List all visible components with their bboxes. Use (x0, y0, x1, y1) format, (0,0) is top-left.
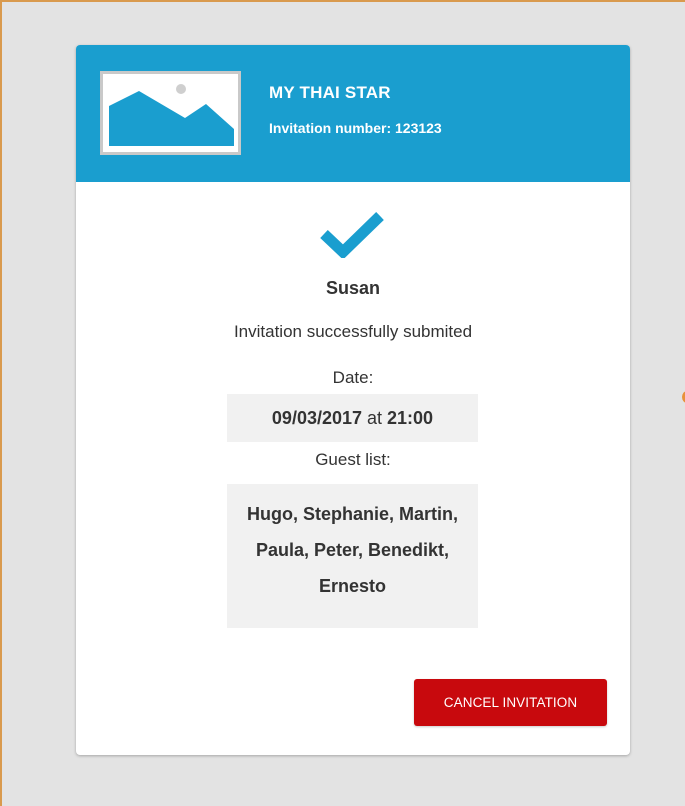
date-value: 09/03/2017 (271, 408, 363, 428)
date-value-box: 09/03/2017 at 21:00 (227, 394, 478, 442)
page-background: MY THAI STAR Invitation number: 123123 S… (0, 0, 685, 806)
guest-list: Hugo, Stephanie, Martin, Paula, Peter, B… (227, 484, 478, 628)
checkmark-icon (320, 208, 384, 260)
card-header: MY THAI STAR Invitation number: 123123 (76, 45, 630, 182)
date-label: Date: (332, 368, 374, 387)
image-placeholder-icon (100, 71, 241, 155)
guest-name: Susan (325, 278, 381, 298)
date-connector: at (362, 408, 388, 428)
cancel-invitation-button[interactable]: CANCEL INVITATION (414, 679, 607, 726)
invitation-number: Invitation number: 123123 (269, 120, 442, 136)
header-text: MY THAI STAR Invitation number: 123123 (269, 83, 442, 136)
guest-list-label: Guest list: (315, 450, 391, 469)
time-value: 21:00 (387, 408, 434, 428)
status-text: Invitation successfully submited (233, 322, 473, 341)
restaurant-name: MY THAI STAR (269, 83, 391, 102)
invitation-card: MY THAI STAR Invitation number: 123123 S… (76, 45, 630, 755)
